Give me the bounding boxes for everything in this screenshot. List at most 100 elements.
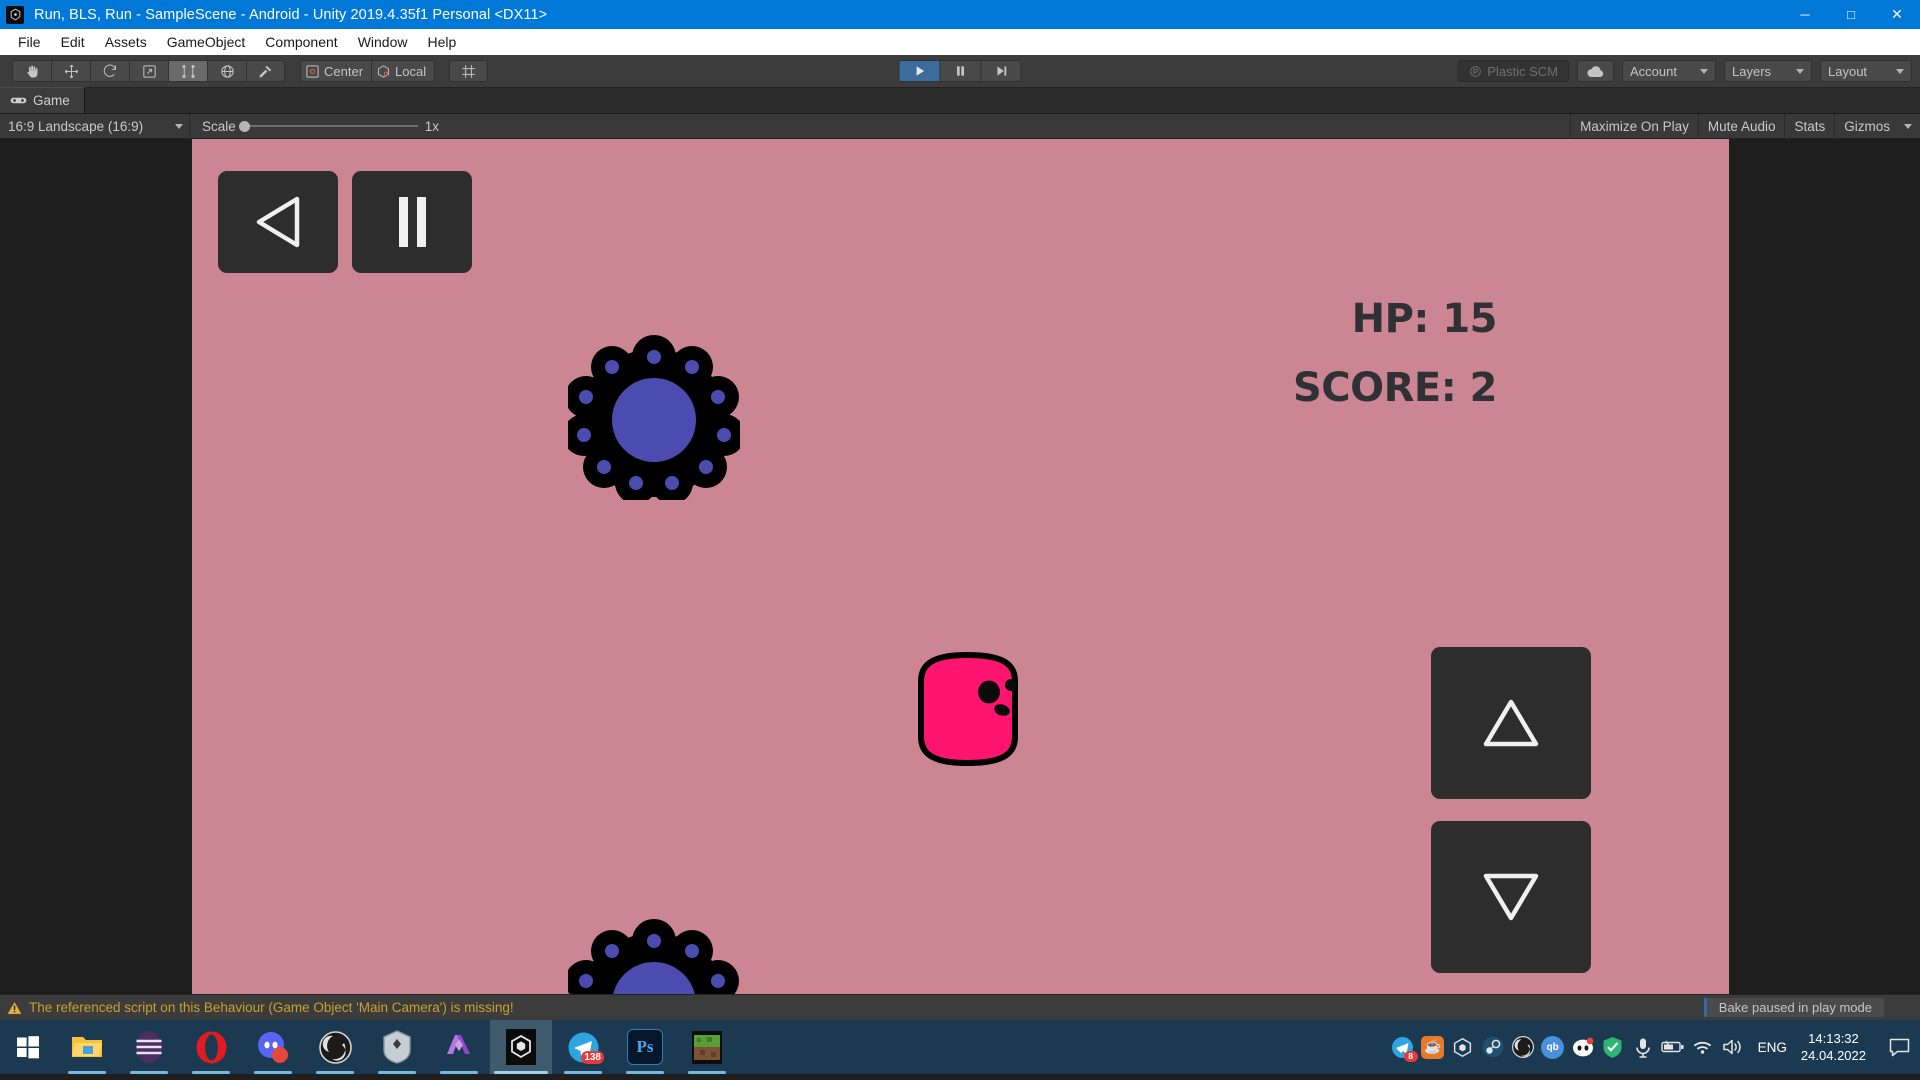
minimize-button[interactable]: ─ [1782,0,1828,29]
scale-label: Scale [202,119,236,134]
pause-button[interactable] [940,60,981,82]
game-canvas[interactable]: HP: 15 SCORE: 2 [192,139,1729,994]
obs-tray-icon[interactable] [1508,1020,1538,1074]
menu-window[interactable]: Window [348,31,418,53]
scale-slider[interactable] [243,125,418,127]
layers-dropdown[interactable]: Layers [1724,60,1812,82]
taskbar-visual-studio[interactable] [428,1020,490,1074]
notification-icon [1889,1038,1910,1057]
menu-component[interactable]: Component [255,31,347,53]
move-tool-button[interactable] [51,60,90,82]
taskbar-unity[interactable] [490,1020,552,1074]
wifi-tray-icon[interactable] [1688,1020,1718,1074]
gizmos-dropdown[interactable] [1896,114,1920,139]
status-bar: The referenced script on this Behaviour … [0,994,1920,1020]
play-button[interactable] [899,60,940,82]
account-dropdown[interactable]: Account [1622,60,1716,82]
custom-tool-button[interactable] [246,60,285,82]
menu-help[interactable]: Help [417,31,466,53]
warning-triangle-icon [7,1001,22,1015]
running-indicator [494,1071,548,1074]
telegram-tray-icon[interactable]: 8 [1388,1020,1418,1074]
transform-tool-button[interactable] [207,60,246,82]
move-up-button[interactable] [1431,647,1591,799]
step-button[interactable] [981,60,1022,82]
unity-icon [506,1029,536,1065]
volume-tray-icon[interactable] [1718,1020,1748,1074]
running-indicator [564,1071,602,1074]
unity-hub-tray-icon[interactable] [1448,1020,1478,1074]
rect-tool-button[interactable] [168,60,207,82]
scale-control: Scale 1x [190,119,439,134]
running-indicator [316,1071,354,1074]
mute-audio-toggle[interactable]: Mute Audio [1698,114,1785,139]
steam-tray-icon[interactable] [1478,1020,1508,1074]
java-tray-icon[interactable]: ☕ [1418,1020,1448,1074]
running-indicator [254,1071,292,1074]
tab-game-label: Game [33,93,70,108]
tab-game[interactable]: Game [0,87,85,113]
hp-display: HP: 15 [1352,296,1497,342]
rider-icon [381,1030,413,1064]
menu-file[interactable]: File [8,31,51,53]
taskbar-discord[interactable] [242,1020,304,1074]
hand-tool-button[interactable] [12,60,51,82]
menu-bar: File Edit Assets GameObject Component Wi… [0,29,1920,55]
maximize-on-play-toggle[interactable]: Maximize On Play [1570,114,1698,139]
taskbar-file-explorer[interactable] [56,1020,118,1074]
stats-toggle[interactable]: Stats [1784,114,1834,139]
running-indicator [192,1071,230,1074]
taskbar-purple-app[interactable] [118,1020,180,1074]
status-message-text: The referenced script on this Behaviour … [29,1000,514,1015]
language-indicator[interactable]: ENG [1748,1040,1797,1055]
clock-date: 24.04.2022 [1801,1047,1866,1064]
triangle-down-icon [1480,868,1542,926]
pause-icon [388,193,436,251]
cloud-button[interactable] [1577,60,1614,82]
move-down-button[interactable] [1431,821,1591,973]
pivot-group: Center Local [300,60,435,82]
gizmos-toggle[interactable]: Gizmos [1834,114,1896,139]
clock[interactable]: 14:13:32 24.04.2022 [1797,1030,1878,1064]
close-button[interactable]: ✕ [1874,0,1920,29]
taskbar-telegram[interactable]: 138 [552,1020,614,1074]
enemy-sprite-bottom [568,919,740,994]
microphone-tray-icon[interactable] [1628,1020,1658,1074]
security-shield-tray-icon[interactable] [1598,1020,1628,1074]
plastic-scm-button[interactable]: Plastic SCM [1458,60,1569,82]
menu-edit[interactable]: Edit [51,31,95,53]
discord-tray-icon[interactable] [1568,1020,1598,1074]
grid-snap-icon[interactable] [449,60,488,82]
qbittorrent-tray-icon[interactable]: qb [1538,1020,1568,1074]
running-indicator [68,1071,106,1074]
triangle-up-icon [1480,694,1542,752]
game-view-panel: HP: 15 SCORE: 2 [0,139,1920,994]
aspect-ratio-dropdown[interactable]: 16:9 Landscape (16:9) [0,114,190,139]
chevron-down-icon [1896,69,1904,74]
handle-space-button[interactable]: Local [371,60,435,82]
taskbar-rider[interactable] [366,1020,428,1074]
scale-slider-knob[interactable] [239,121,250,132]
taskbar-photoshop[interactable]: Ps [614,1020,676,1074]
window-title: Run, BLS, Run - SampleScene - Android - … [34,7,547,23]
maximize-button[interactable]: □ [1828,0,1874,29]
opera-icon [195,1031,228,1064]
layout-dropdown[interactable]: Layout [1820,60,1912,82]
chevron-down-icon [1796,69,1804,74]
back-button[interactable] [218,171,338,273]
start-button[interactable] [0,1020,56,1074]
taskbar-opera[interactable] [180,1020,242,1074]
pause-button-game[interactable] [352,171,472,273]
status-message-area[interactable]: The referenced script on this Behaviour … [0,1000,514,1015]
notification-center-button[interactable] [1878,1020,1920,1074]
taskbar-obs[interactable] [304,1020,366,1074]
system-tray: 8 ☕ qb [1388,1020,1920,1074]
menu-assets[interactable]: Assets [95,31,157,53]
rotate-tool-button[interactable] [90,60,129,82]
player-sprite [903,649,1033,769]
taskbar-game[interactable] [676,1020,738,1074]
pivot-mode-button[interactable]: Center [300,60,371,82]
scale-tool-button[interactable] [129,60,168,82]
menu-gameobject[interactable]: GameObject [157,31,256,53]
battery-tray-icon[interactable] [1658,1020,1688,1074]
